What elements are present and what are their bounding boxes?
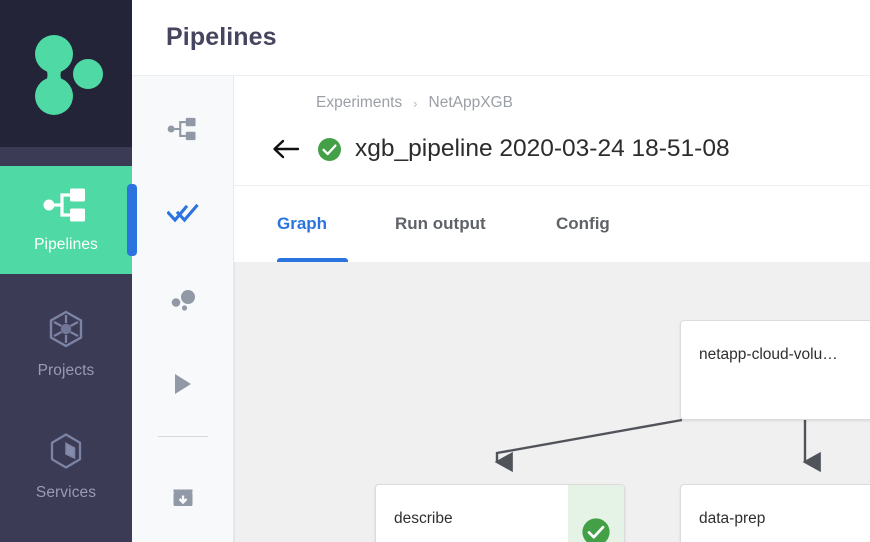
application-window: Pipelines Projects Services Pipelines Ex… bbox=[0, 0, 870, 542]
rail-item-runs[interactable] bbox=[132, 363, 234, 409]
graph-node[interactable]: describe bbox=[375, 484, 625, 542]
graph-node-status-panel bbox=[568, 485, 624, 542]
app-logo[interactable] bbox=[0, 0, 132, 147]
sidebar-item-services[interactable]: Services bbox=[0, 418, 132, 514]
breadcrumb-current[interactable]: NetAppXGB bbox=[429, 94, 513, 112]
breadcrumb: Experiments › NetAppXGB bbox=[316, 94, 513, 112]
graph-node-label: describe bbox=[394, 510, 453, 527]
archive-down-icon bbox=[170, 484, 196, 515]
chevron-right-icon: › bbox=[413, 95, 418, 111]
tab-active-underline bbox=[277, 258, 348, 262]
allegro-trains-logo-icon bbox=[35, 34, 103, 115]
check-circle-icon bbox=[581, 517, 611, 542]
sidebar-item-label: Services bbox=[35, 484, 97, 502]
sidebar-item-projects[interactable]: Projects bbox=[0, 296, 132, 392]
breadcrumb-parent[interactable]: Experiments bbox=[316, 94, 402, 112]
sidebar-item-label: Pipelines bbox=[34, 236, 98, 254]
run-title-row: xgb_pipeline 2020-03-24 18-51-08 bbox=[268, 131, 730, 167]
sidebar-item-label: Projects bbox=[37, 362, 95, 380]
graph-node[interactable]: netapp-cloud-volu… bbox=[680, 320, 870, 420]
run-header: Experiments › NetAppXGB xgb_pipeline 202… bbox=[234, 76, 870, 186]
rail-item-archive[interactable] bbox=[132, 476, 234, 522]
sidebar-item-pipelines[interactable]: Pipelines bbox=[0, 166, 132, 274]
status-badge bbox=[317, 137, 342, 162]
tab-graph[interactable]: Graph bbox=[277, 214, 327, 234]
sidebar-active-indicator bbox=[127, 184, 137, 256]
pipeline-graph-canvas[interactable]: netapp-cloud-volu… describe data-prep bbox=[234, 262, 870, 542]
services-cube-icon bbox=[46, 431, 86, 476]
pipeline-graph-icon bbox=[167, 116, 199, 147]
page-title: Pipelines bbox=[166, 23, 277, 51]
secondary-icon-rail bbox=[132, 76, 234, 542]
graph-node-label: netapp-cloud-volu… bbox=[699, 346, 838, 363]
tab-config[interactable]: Config bbox=[556, 214, 610, 234]
back-arrow-icon[interactable] bbox=[268, 131, 304, 167]
rail-item-graph[interactable] bbox=[132, 108, 234, 154]
graph-node[interactable]: data-prep bbox=[680, 484, 870, 542]
edge-netapp-describe bbox=[494, 418, 683, 473]
run-title: xgb_pipeline 2020-03-24 18-51-08 bbox=[355, 135, 730, 162]
double-check-icon bbox=[166, 203, 199, 230]
tab-run-output[interactable]: Run output bbox=[395, 214, 486, 234]
play-icon bbox=[172, 372, 194, 401]
rail-item-checks[interactable] bbox=[132, 193, 234, 239]
bubbles-icon bbox=[169, 288, 197, 317]
primary-sidebar: Pipelines Projects Services bbox=[0, 0, 137, 542]
rail-item-artifacts[interactable] bbox=[132, 279, 234, 325]
rail-divider bbox=[158, 436, 208, 437]
cube-hexagon-icon bbox=[46, 309, 86, 354]
pipeline-graph-icon bbox=[43, 187, 89, 228]
tab-bar: Graph Run output Config bbox=[234, 186, 870, 262]
graph-node-label: data-prep bbox=[699, 510, 766, 527]
page-header: Pipelines bbox=[132, 0, 870, 76]
